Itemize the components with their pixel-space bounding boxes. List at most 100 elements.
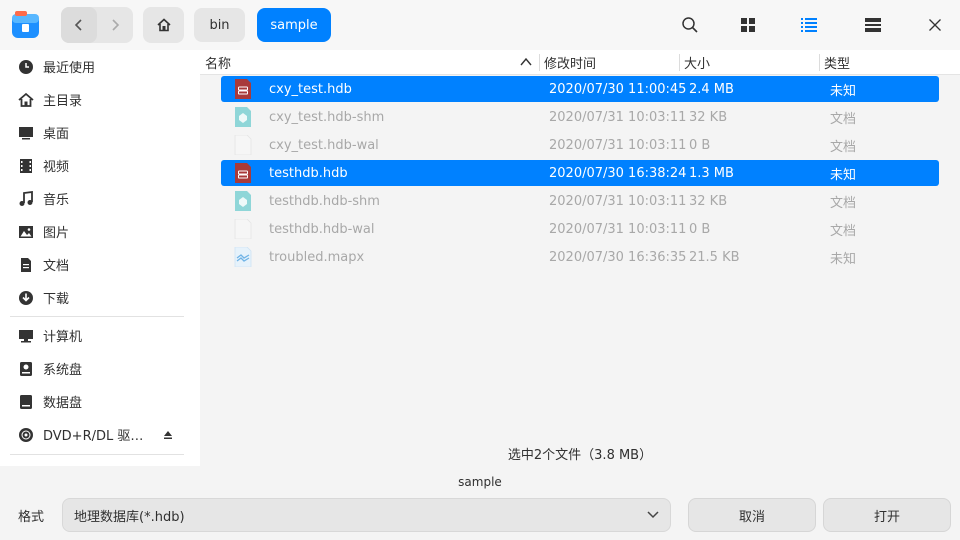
sidebar-item-home[interactable]: 主目录 xyxy=(0,83,200,116)
sidebar-item-label: 文档 xyxy=(43,259,70,274)
column-divider xyxy=(539,54,540,71)
file-row[interactable]: cxy_test.hdb-shm 2020/07/31 10:03:11 32 KB… xyxy=(221,104,939,130)
sidebar-item-videos[interactable]: 视频 xyxy=(0,149,200,182)
column-modified[interactable]: 修改时间 xyxy=(544,50,596,75)
file-modified: 2020/07/31 10:03:11 xyxy=(549,221,687,237)
file-modified: 2020/07/30 11:00:45 xyxy=(549,81,687,97)
picture-icon xyxy=(19,225,33,238)
back-button[interactable] xyxy=(61,7,97,43)
sidebar-item-system-disk[interactable]: 系统盘 xyxy=(0,352,200,385)
file-row[interactable]: cxy_test.hdb-wal 2020/07/31 10:03:11 0 B 文档 xyxy=(221,132,939,158)
sidebar-item-label: 视频 xyxy=(43,160,70,175)
sidebar-item-label: 最近使用 xyxy=(43,61,96,76)
home-icon xyxy=(156,18,171,32)
file-modified: 2020/07/31 10:03:11 xyxy=(549,193,687,209)
sidebar-item-pictures[interactable]: 图片 xyxy=(0,215,200,248)
selection-status: 选中2个文件（3.8 MB） xyxy=(507,448,653,463)
map-file-icon xyxy=(234,246,252,268)
cancel-button[interactable]: 取消 xyxy=(688,498,816,532)
desktop-icon xyxy=(19,126,33,139)
sidebar-item-label: 系统盘 xyxy=(43,363,83,378)
sidebar-item-recent[interactable]: 最近使用 xyxy=(0,50,200,83)
sidebar-item-label: 图片 xyxy=(43,226,70,241)
sidebar-item-desktop[interactable]: 桌面 xyxy=(0,116,200,149)
file-modified: 2020/07/31 10:03:11 xyxy=(549,109,687,125)
close-icon xyxy=(929,19,941,31)
sidebar-item-documents[interactable]: 文档 xyxy=(0,248,200,281)
list-view-button[interactable] xyxy=(792,8,826,42)
shm-file-icon xyxy=(234,191,252,211)
forward-button[interactable] xyxy=(97,7,133,43)
sidebar-item-downloads[interactable]: 下载 xyxy=(0,281,200,314)
title-toolbar: bin sample xyxy=(0,0,960,50)
sidebar-item-data-disk[interactable]: 数据盘 xyxy=(0,385,200,418)
sidebar-item-computer[interactable]: 计算机 xyxy=(0,319,200,352)
icon-view-button[interactable] xyxy=(731,8,765,42)
file-row[interactable]: testhdb.hdb-shm 2020/07/31 10:03:11 32 KB 文… xyxy=(221,188,939,214)
breadcrumb-bin[interactable]: bin xyxy=(194,8,245,42)
format-select-value: 地理数据库(*.hdb) xyxy=(74,509,185,525)
file-name: cxy_test.hdb xyxy=(269,81,352,97)
current-folder-label: sample xyxy=(458,475,502,489)
chevron-down-icon xyxy=(647,511,659,519)
download-icon xyxy=(19,290,33,305)
format-label: 格式 xyxy=(18,510,45,525)
document-icon xyxy=(21,257,31,272)
detail-view-button[interactable] xyxy=(856,8,890,42)
file-size: 1.3 MB xyxy=(689,165,734,181)
blank-file-icon xyxy=(234,218,252,240)
search-icon xyxy=(682,17,698,33)
sidebar-item-dvd[interactable]: DVD+R/DL 驱… xyxy=(0,418,200,451)
sidebar-item-music[interactable]: 音乐 xyxy=(0,182,200,215)
computer-icon xyxy=(19,329,33,342)
file-list-view: 名称 修改时间 大小 类型 cxy_test.hdb 2020/07/30 11:… xyxy=(200,50,960,466)
music-icon xyxy=(19,190,33,206)
format-select[interactable]: 地理数据库(*.hdb) xyxy=(62,498,671,532)
sidebar-item-label: 音乐 xyxy=(43,193,70,208)
file-row[interactable]: cxy_test.hdb 2020/07/30 11:00:45 2.4 MB 未知 xyxy=(221,76,939,102)
chevron-left-icon xyxy=(74,19,82,31)
column-header: 名称 修改时间 大小 类型 xyxy=(200,50,960,75)
clock-icon xyxy=(19,59,33,74)
detail-view-icon xyxy=(865,18,881,32)
file-size: 0 B xyxy=(689,137,711,153)
sidebar: 最近使用 主目录 桌面 视频 音乐 图片 文档 下载 计算机 系统盘 数据盘 D… xyxy=(0,50,200,466)
history-nav-group xyxy=(61,7,133,43)
file-modified: 2020/07/30 16:38:24 xyxy=(549,165,687,181)
column-name[interactable]: 名称 xyxy=(205,50,231,75)
eject-icon[interactable] xyxy=(162,429,174,441)
file-row[interactable]: troubled.mapx 2020/07/30 16:36:35 21.5 KB 未… xyxy=(221,244,939,270)
dialog-footer: sample 格式 地理数据库(*.hdb) 取消 打开 xyxy=(0,466,960,540)
disk-icon xyxy=(20,361,32,376)
shm-file-icon xyxy=(234,107,252,127)
file-row[interactable]: testhdb.hdb-wal 2020/07/31 10:03:11 0 B 文档 xyxy=(221,216,939,242)
database-file-icon xyxy=(234,79,252,99)
breadcrumb-sample[interactable]: sample xyxy=(257,8,331,42)
file-size: 0 B xyxy=(689,221,711,237)
database-file-icon xyxy=(234,163,252,183)
sidebar-divider xyxy=(10,454,184,455)
file-row[interactable]: testhdb.hdb 2020/07/30 16:38:24 1.3 MB 未知 xyxy=(221,160,939,186)
file-type: 文档 xyxy=(830,139,857,155)
column-divider xyxy=(679,54,680,71)
icon-view-icon xyxy=(741,18,755,32)
file-type: 未知 xyxy=(830,251,857,267)
home-button[interactable] xyxy=(143,7,184,43)
column-type[interactable]: 类型 xyxy=(824,50,850,75)
file-size: 2.4 MB xyxy=(689,81,734,97)
file-size: 32 KB xyxy=(689,193,728,209)
file-type: 未知 xyxy=(830,167,857,183)
sidebar-item-label: 主目录 xyxy=(43,94,83,109)
file-type: 文档 xyxy=(830,111,857,127)
file-size: 21.5 KB xyxy=(689,249,740,265)
column-size[interactable]: 大小 xyxy=(684,50,710,75)
file-size: 32 KB xyxy=(689,109,728,125)
search-button[interactable] xyxy=(673,8,707,42)
file-name: cxy_test.hdb-wal xyxy=(269,137,379,153)
close-button[interactable] xyxy=(918,8,952,42)
open-button[interactable]: 打开 xyxy=(823,498,951,532)
file-name: troubled.mapx xyxy=(269,249,365,265)
blank-file-icon xyxy=(234,134,252,156)
file-name: testhdb.hdb-shm xyxy=(269,193,380,209)
sidebar-divider xyxy=(10,316,184,317)
